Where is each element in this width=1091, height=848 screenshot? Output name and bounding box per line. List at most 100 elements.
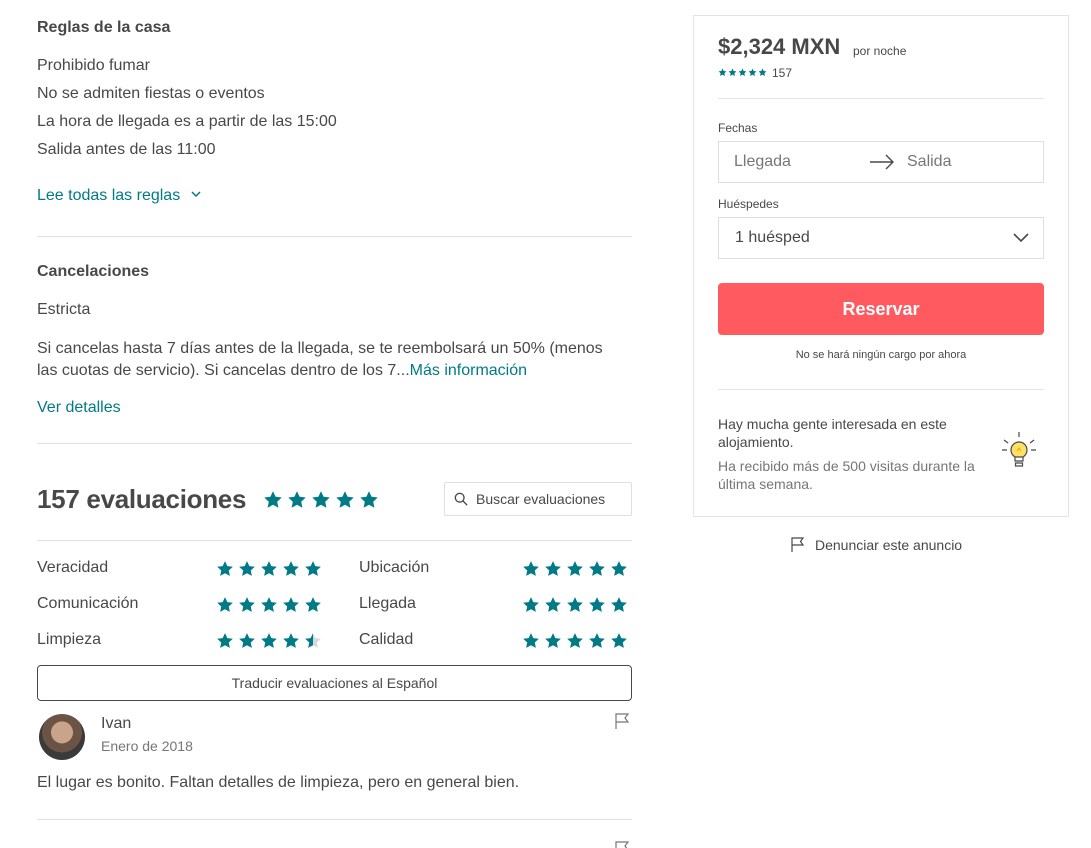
flag-icon — [791, 537, 805, 552]
booking-card: $2,324 MXN por noche 157 Fechas Llegada … — [693, 15, 1069, 517]
view-details-link[interactable]: Ver detalles — [37, 399, 121, 417]
rating-row: Comunicación Llegada — [37, 595, 632, 619]
star-icon — [544, 596, 562, 614]
more-info-link[interactable]: Más información — [410, 362, 527, 379]
star-icon — [544, 560, 562, 578]
star-icon — [588, 596, 606, 614]
search-reviews-input[interactable]: Buscar evaluaciones — [444, 482, 632, 516]
divider — [37, 443, 632, 444]
rating-stars — [522, 596, 628, 614]
star-icon — [287, 490, 307, 510]
star-icon — [718, 68, 727, 77]
star-icon — [282, 596, 300, 614]
rating-stars — [522, 632, 628, 650]
checkout-input[interactable]: Salida — [907, 153, 951, 171]
reserve-button[interactable]: Reservar — [718, 283, 1044, 335]
review-text: El lugar es bonito. Faltan detalles de l… — [37, 774, 520, 791]
star-icon — [522, 560, 540, 578]
read-all-rules-label: Lee todas las reglas — [37, 187, 181, 204]
per-night-label: por noche — [853, 44, 907, 58]
star-icon — [728, 68, 737, 77]
dates-label: Fechas — [718, 121, 758, 135]
star-icon — [216, 596, 234, 614]
report-listing-link[interactable]: Denunciar este anuncio — [790, 537, 962, 553]
star-icon — [260, 560, 278, 578]
rating-stars — [216, 596, 322, 614]
divider — [37, 819, 632, 820]
avatar[interactable] — [39, 714, 85, 760]
divider — [718, 98, 1044, 99]
star-icon — [359, 490, 379, 510]
star-icon — [304, 560, 322, 578]
cancellation-text-1: Si cancelas hasta 7 días antes de la lle… — [37, 340, 603, 357]
star-icon — [282, 632, 300, 650]
interest-title: Hay mucha gente interesada en este aloja… — [718, 416, 947, 450]
star-icon — [311, 490, 331, 510]
house-rule: No se admiten fiestas o eventos — [37, 85, 265, 102]
read-all-rules-link[interactable]: Lee todas las reglas — [37, 187, 201, 205]
cancellation-text-2: las cuotas de servicio). Si cancelas den… — [37, 362, 410, 379]
star-icon — [238, 596, 256, 614]
guests-value: 1 huésped — [735, 229, 810, 246]
reviewer-name: Ivan — [101, 715, 132, 732]
overall-rating-stars — [263, 490, 379, 510]
rating-label: Comunicación — [37, 595, 139, 612]
rating-stars — [216, 560, 322, 578]
dates-field: Llegada Salida — [718, 141, 1044, 183]
divider — [718, 389, 1044, 390]
star-icon — [260, 632, 278, 650]
rating-label: Limpieza — [37, 631, 102, 648]
divider — [37, 236, 632, 237]
checkin-input[interactable]: Llegada — [734, 153, 791, 171]
price: $2,324 MXN — [718, 34, 841, 59]
rating-stars — [522, 560, 628, 578]
star-icon — [282, 560, 300, 578]
cancellation-description: Si cancelas hasta 7 días antes de la lle… — [37, 338, 632, 382]
house-rule: La hora de llegada es a partir de las 15… — [37, 113, 337, 130]
star-icon — [588, 560, 606, 578]
star-icon — [304, 596, 322, 614]
star-icon — [263, 490, 283, 510]
arrow-right-icon — [870, 154, 894, 170]
chevron-down-icon — [1013, 233, 1029, 243]
card-review-count: 157 — [772, 66, 793, 80]
divider — [37, 540, 632, 541]
star-icon — [216, 560, 234, 578]
report-listing-label: Denunciar este anuncio — [815, 537, 963, 553]
cancellations-title: Cancelaciones — [37, 263, 150, 280]
lightbulb-icon — [1002, 432, 1036, 467]
rating-label: Ubicación — [359, 559, 430, 576]
star-icon — [522, 596, 540, 614]
star-icon — [544, 632, 562, 650]
star-icon — [304, 632, 322, 650]
translate-reviews-button[interactable]: Traducir evaluaciones al Español — [37, 665, 632, 701]
star-icon — [738, 68, 747, 77]
flag-icon[interactable] — [614, 712, 632, 730]
star-icon — [610, 560, 628, 578]
star-icon — [748, 68, 757, 77]
reviews-title: 157 evaluaciones — [37, 484, 247, 514]
rating-label: Veracidad — [37, 559, 109, 576]
star-icon — [610, 596, 628, 614]
house-rules-title: Reglas de la casa — [37, 19, 171, 36]
rating-row: Limpieza Calidad — [37, 631, 632, 655]
star-icon — [522, 632, 540, 650]
chevron-down-icon — [191, 191, 201, 198]
guests-select[interactable]: 1 huésped — [718, 217, 1044, 259]
star-icon — [566, 596, 584, 614]
flag-icon[interactable] — [614, 840, 632, 848]
cancellation-policy: Estricta — [37, 301, 91, 318]
search-icon — [454, 492, 468, 506]
house-rule: Prohibido fumar — [37, 57, 150, 74]
house-rule: Salida antes de las 11:00 — [37, 141, 216, 158]
rating-label: Calidad — [359, 631, 414, 648]
interest-subtitle: Ha recibido más de 500 visitas durante l… — [718, 458, 975, 492]
rating-label: Llegada — [359, 595, 416, 612]
rating-stars — [216, 632, 322, 650]
star-icon — [566, 560, 584, 578]
rating-row: Veracidad Ubicación — [37, 559, 632, 583]
star-icon — [588, 632, 606, 650]
star-icon — [238, 560, 256, 578]
search-placeholder: Buscar evaluaciones — [476, 491, 606, 507]
star-icon — [335, 490, 355, 510]
